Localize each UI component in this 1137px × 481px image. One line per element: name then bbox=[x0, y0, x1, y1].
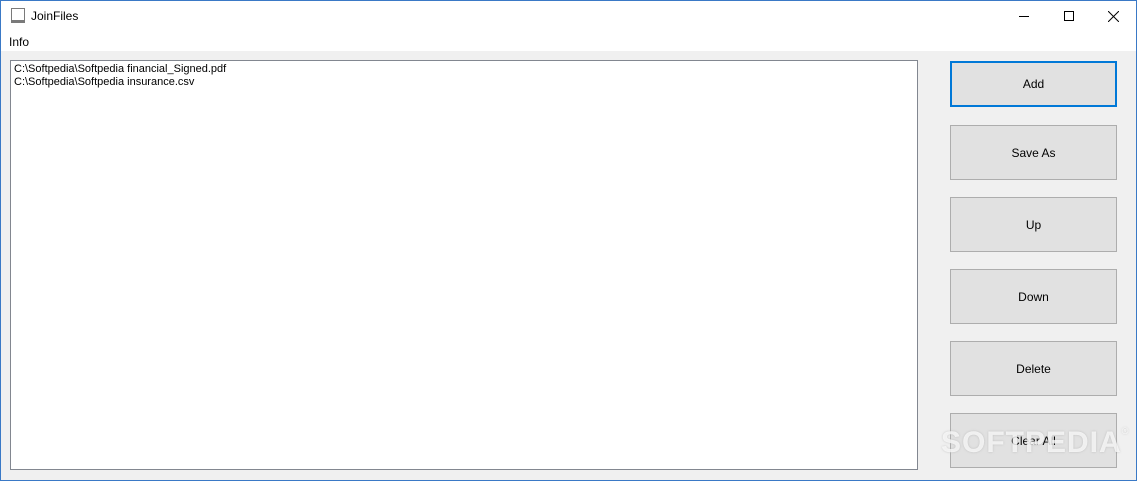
add-button-label: Add bbox=[1022, 77, 1045, 91]
app-window: JoinFiles Info C:\Softpedia\Softpedia fi… bbox=[0, 0, 1137, 481]
menu-item-info[interactable]: Info bbox=[9, 35, 29, 49]
close-icon bbox=[1108, 10, 1119, 22]
window-title: JoinFiles bbox=[31, 9, 79, 23]
delete-button[interactable]: Delete bbox=[950, 341, 1117, 396]
minimize-button[interactable] bbox=[1001, 1, 1046, 31]
save-as-button-label: Save As bbox=[1011, 145, 1056, 160]
down-button-label: Down bbox=[1018, 289, 1049, 304]
menu-bar: Info bbox=[1, 31, 1136, 51]
delete-button-label: Delete bbox=[1016, 361, 1051, 376]
save-as-button[interactable]: Save As bbox=[950, 125, 1117, 180]
file-list[interactable]: C:\Softpedia\Softpedia financial_Signed.… bbox=[10, 60, 918, 470]
add-button[interactable]: Add bbox=[950, 61, 1117, 107]
file-list-item[interactable]: C:\Softpedia\Softpedia financial_Signed.… bbox=[14, 63, 914, 76]
up-button-label: Up bbox=[1025, 217, 1042, 232]
file-list-item[interactable]: C:\Softpedia\Softpedia insurance.csv bbox=[14, 76, 914, 89]
title-bar[interactable]: JoinFiles bbox=[1, 1, 1136, 31]
down-button[interactable]: Down bbox=[950, 269, 1117, 324]
close-button[interactable] bbox=[1091, 1, 1136, 31]
clear-all-button[interactable]: Clear All bbox=[950, 413, 1117, 468]
watermark-mark: ® bbox=[1121, 426, 1130, 436]
maximize-icon bbox=[1063, 11, 1074, 21]
maximize-button[interactable] bbox=[1046, 1, 1091, 31]
app-icon bbox=[11, 8, 25, 23]
up-button[interactable]: Up bbox=[950, 197, 1117, 252]
clear-all-button-label: Clear All bbox=[1011, 433, 1056, 448]
minimize-icon bbox=[1018, 16, 1029, 17]
